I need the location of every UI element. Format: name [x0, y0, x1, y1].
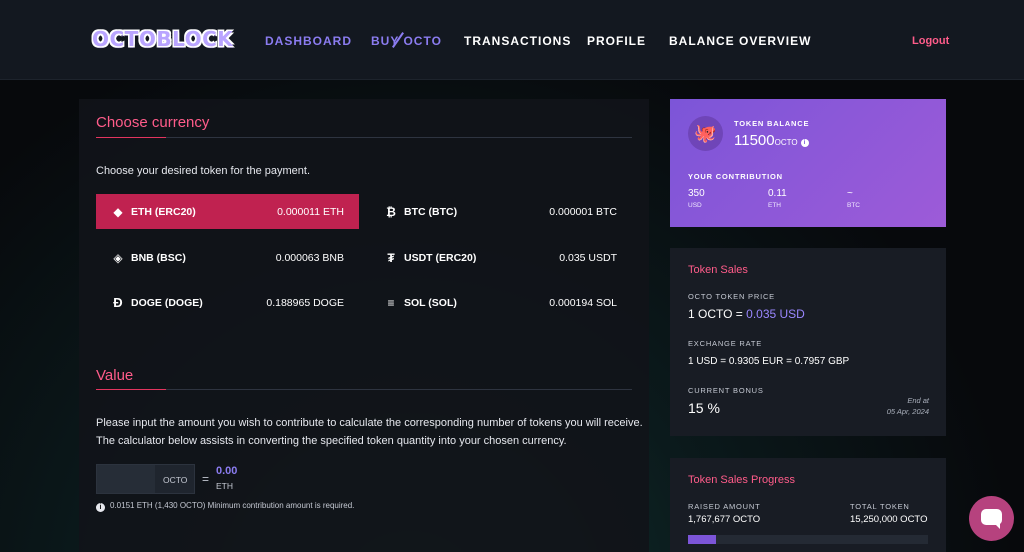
currency-rate: 0.000011 ETH — [277, 206, 344, 218]
raised-amount-value: 1,767,677 OCTO — [688, 514, 761, 525]
currency-option-eth[interactable]: ◆ ETH (ERC20) 0.000011 ETH — [96, 194, 359, 229]
calculator-description-2: The calculator below assists in converti… — [96, 435, 567, 447]
octo-amount-input[interactable] — [97, 465, 155, 493]
bnb-icon: ◈ — [113, 251, 123, 265]
sales-progress-fill — [688, 535, 716, 544]
currency-hint: Choose your desired token for the paymen… — [96, 165, 311, 177]
currency-name: BTC (BTC) — [404, 206, 458, 218]
contribution-btc-value: ~ — [847, 188, 853, 199]
contribution-usd-value: 350 — [688, 188, 705, 199]
octo-unit-label: OCTO — [163, 475, 188, 485]
currency-name: ETH (ERC20) — [131, 206, 196, 218]
currency-name: SOL (SOL) — [404, 297, 457, 309]
exchange-rate-label: EXCHANGE RATE — [688, 339, 763, 348]
currency-option-sol[interactable]: ≡ SOL (SOL) 0.000194 SOL — [369, 285, 632, 320]
contribution-eth-value: 0.11 — [768, 188, 787, 199]
sales-progress-bar — [688, 535, 928, 544]
nav-transactions[interactable]: TRANSACTIONS — [464, 34, 571, 48]
price-label: OCTO TOKEN PRICE — [688, 292, 775, 301]
raised-amount-label: RAISED AMOUNT — [688, 502, 761, 511]
contribution-btc-unit: BTC — [847, 202, 860, 209]
token-price: 1 OCTO = 0.035 USD — [688, 307, 805, 321]
currency-rate: 0.188965 DOGE — [266, 297, 344, 309]
octo-amount-input-group: OCTO — [96, 464, 195, 494]
price-value: 0.035 USD — [746, 307, 805, 321]
chat-bubble-icon — [981, 509, 1002, 529]
total-token-label: TOTAL TOKEN — [850, 502, 910, 511]
minimum-contribution-note: i 0.0151 ETH (1,430 OCTO) Minimum contrib… — [96, 501, 354, 512]
bitcoin-icon: ₿ — [386, 205, 396, 219]
top-navigation-bar: OCTOBLOCK DASHBOARD BUY OCTO TRANSACTION… — [0, 0, 1024, 80]
calculator-description-1: Please input the amount you wish to cont… — [96, 417, 643, 429]
contribution-label: YOUR CONTRIBUTION — [688, 172, 783, 181]
converted-unit: ETH — [216, 481, 233, 491]
token-sales-title: Token Sales — [688, 264, 748, 276]
balance-unit: OCTO — [774, 138, 798, 147]
current-bonus-label: CURRENT BONUS — [688, 386, 764, 395]
section-divider — [96, 137, 632, 138]
token-balance-label: TOKEN BALANCE — [734, 119, 810, 128]
nav-dashboard[interactable]: DASHBOARD — [265, 34, 352, 48]
ethereum-icon: ◆ — [113, 205, 123, 219]
dogecoin-icon: Đ — [113, 295, 123, 310]
currency-option-bnb[interactable]: ◈ BNB (BSC) 0.000063 BNB — [96, 240, 359, 275]
token-sales-card: Token Sales OCTO TOKEN PRICE 1 OCTO = 0.… — [670, 248, 946, 436]
equals-sign: = — [202, 472, 210, 486]
currency-rate: 0.000063 BNB — [275, 252, 344, 264]
section-divider — [96, 389, 632, 390]
chat-support-button[interactable] — [969, 496, 1014, 541]
currency-name: DOGE (DOGE) — [131, 297, 203, 309]
progress-title: Token Sales Progress — [688, 474, 795, 486]
currency-rate: 0.000194 SOL — [549, 297, 617, 309]
end-date: 05 Apr, 2024 — [886, 407, 929, 416]
nav-balance-overview[interactable]: BALANCE OVERVIEW — [669, 34, 811, 48]
currency-option-usdt[interactable]: ₮ USDT (ERC20) 0.035 USDT — [369, 240, 632, 275]
octoblock-logo[interactable]: OCTOBLOCK — [92, 27, 233, 51]
currency-rate: 0.035 USDT — [559, 252, 617, 264]
total-token-value: 15,250,000 OCTO — [850, 514, 928, 525]
contribution-eth-unit: ETH — [768, 202, 781, 209]
converted-amount: 0.00 — [216, 465, 238, 477]
end-label: End at — [907, 396, 929, 405]
solana-icon: ≡ — [387, 296, 395, 310]
logout-link[interactable]: Logout — [912, 35, 949, 47]
token-balance-amount: 11500OCTO i — [734, 132, 809, 149]
nav-profile[interactable]: PROFILE — [587, 34, 646, 48]
exchange-rate-value: 1 USD = 0.9305 EUR = 0.7957 GBP — [688, 356, 850, 367]
value-title: Value — [96, 367, 134, 384]
nav-buy-octo[interactable]: BUY OCTO — [371, 32, 442, 48]
minimum-contribution-text: 0.0151 ETH (1,430 OCTO) Minimum contribu… — [110, 501, 355, 510]
current-bonus-value: 15 % — [688, 400, 720, 416]
choose-currency-title: Choose currency — [96, 114, 210, 131]
currency-option-btc[interactable]: ₿ BTC (BTC) 0.000001 BTC — [369, 194, 632, 229]
currency-option-doge[interactable]: Đ DOGE (DOGE) 0.188965 DOGE — [96, 285, 359, 320]
token-balance-card: 🐙 TOKEN BALANCE 11500OCTO i YOUR CONTRIBU… — [670, 99, 946, 227]
info-icon: i — [96, 503, 105, 512]
info-icon[interactable]: i — [800, 139, 809, 147]
contribution-usd-unit: USD — [688, 202, 702, 209]
price-prefix: 1 OCTO = — [688, 307, 747, 321]
octopus-avatar-icon: 🐙 — [688, 116, 723, 151]
sale-end-info: End at 05 Apr, 2024 — [887, 395, 929, 417]
balance-value: 11500 — [734, 132, 775, 149]
currency-name: BNB (BSC) — [131, 252, 186, 264]
currency-name: USDT (ERC20) — [404, 252, 477, 264]
currency-rate: 0.000001 BTC — [549, 206, 617, 218]
nav-buy-octo-label: BUY OCTO — [371, 34, 442, 48]
token-sales-progress-card: Token Sales Progress RAISED AMOUNT 1,767… — [670, 458, 946, 552]
tether-icon: ₮ — [387, 251, 395, 265]
